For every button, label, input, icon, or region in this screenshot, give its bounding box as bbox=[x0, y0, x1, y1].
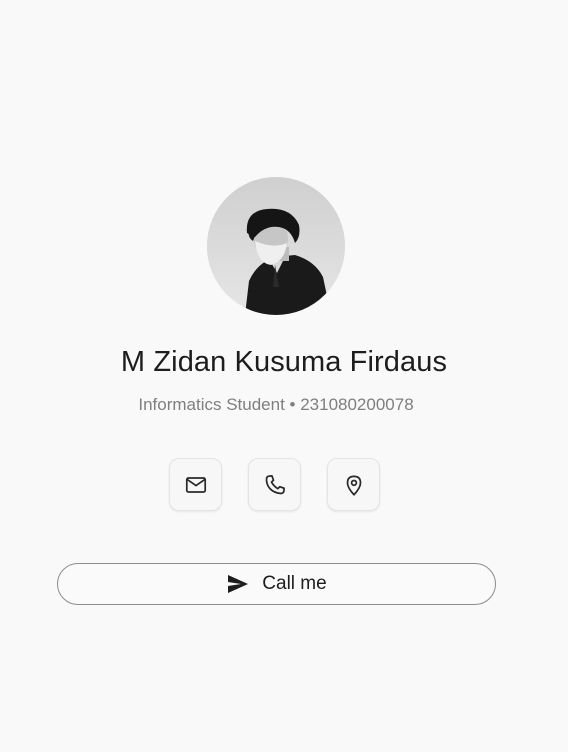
email-button[interactable] bbox=[169, 458, 222, 511]
profile-photo bbox=[207, 177, 345, 315]
send-icon bbox=[228, 575, 249, 593]
call-me-label: Call me bbox=[262, 573, 327, 594]
location-pin-icon bbox=[346, 474, 361, 496]
mail-icon bbox=[185, 476, 206, 493]
location-button[interactable] bbox=[327, 458, 380, 511]
phone-button[interactable] bbox=[248, 458, 301, 511]
call-me-button[interactable]: Call me bbox=[57, 563, 496, 605]
profile-subtitle: Informatics Student • 231080200078 bbox=[138, 395, 414, 414]
avatar bbox=[207, 177, 345, 315]
phone-icon bbox=[265, 474, 285, 494]
contact-actions bbox=[169, 458, 380, 511]
profile-name: M Zidan Kusuma Firdaus bbox=[120, 346, 448, 378]
